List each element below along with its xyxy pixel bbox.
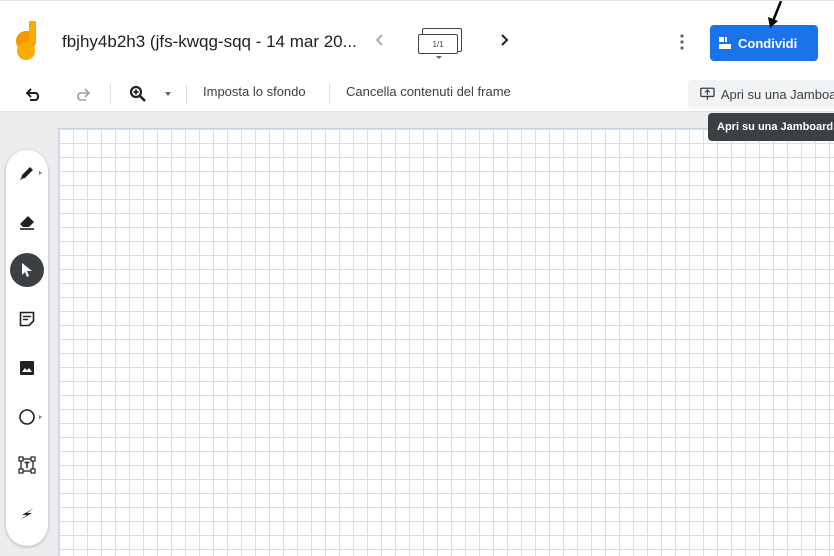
jamboard-app: fbjhy4b2h3 (jfs-kwqg-sqq - 14 mar 20... … [0, 0, 834, 556]
pen-tool[interactable] [10, 156, 44, 190]
tool-rail [6, 150, 48, 546]
sticky-note-icon [19, 311, 35, 327]
jamboard-logo-icon [16, 21, 36, 60]
set-background-button[interactable]: Imposta lo sfondo [203, 84, 306, 99]
eraser-tool[interactable] [10, 205, 44, 239]
laser-icon [20, 508, 34, 520]
eraser-icon [20, 216, 34, 230]
redo-button[interactable] [70, 82, 94, 106]
frame-counter-label: 1/1 [418, 34, 458, 54]
caret-down-icon [165, 92, 171, 96]
whiteboard-frame[interactable] [58, 128, 834, 556]
shape-tool[interactable] [10, 400, 44, 434]
chevron-right-icon [501, 34, 509, 46]
annotation-arrow-icon [768, 1, 783, 28]
image-tool[interactable] [10, 351, 44, 385]
select-tool[interactable] [10, 253, 44, 287]
title-bar: fbjhy4b2h3 (jfs-kwqg-sqq - 14 mar 20... … [0, 0, 834, 76]
caret-down-icon [436, 56, 442, 59]
clear-frame-button[interactable]: Cancella contenuti del frame [346, 84, 511, 99]
submenu-caret-icon [39, 171, 42, 175]
frame-counter-button[interactable]: 1/1 [418, 28, 462, 59]
laser-tool[interactable] [10, 497, 44, 531]
redo-icon [77, 88, 90, 101]
tooltip: Apri su una Jamboard [708, 113, 834, 141]
share-button[interactable]: Condividi [710, 25, 818, 61]
undo-icon [26, 88, 40, 101]
toolbar-divider [329, 84, 330, 104]
open-in-jamboard-label: Apri su una Jamboard [720, 86, 834, 102]
toolbar-divider [186, 84, 187, 104]
previous-frame-button[interactable] [370, 30, 388, 50]
submenu-caret-icon [39, 415, 42, 419]
people-share-icon [719, 37, 731, 49]
text-box-icon [18, 456, 36, 474]
undo-button[interactable] [22, 82, 46, 106]
canvas-area [0, 112, 834, 556]
circle-icon [19, 409, 35, 425]
pen-icon [20, 167, 33, 180]
share-button-label: Condividi [738, 35, 798, 51]
zoom-button[interactable] [126, 82, 150, 106]
chevron-left-icon [375, 34, 383, 46]
more-options-button[interactable] [674, 31, 690, 53]
zoom-in-icon [129, 85, 146, 102]
open-in-jamboard-button[interactable]: Apri su una Jamboard [688, 80, 834, 108]
cursor-icon [22, 263, 32, 277]
more-vert-icon [680, 34, 684, 50]
text-box-tool[interactable] [10, 448, 44, 482]
document-title[interactable]: fbjhy4b2h3 (jfs-kwqg-sqq - 14 mar 20... [62, 32, 357, 52]
present-to-device-icon [700, 87, 715, 100]
main-toolbar: Imposta lo sfondo Cancella contenuti del… [0, 76, 834, 112]
sticky-note-tool[interactable] [10, 302, 44, 336]
next-frame-button[interactable] [496, 30, 514, 50]
zoom-dropdown-button[interactable] [162, 82, 174, 106]
image-icon [20, 361, 34, 375]
toolbar-divider [110, 84, 111, 104]
